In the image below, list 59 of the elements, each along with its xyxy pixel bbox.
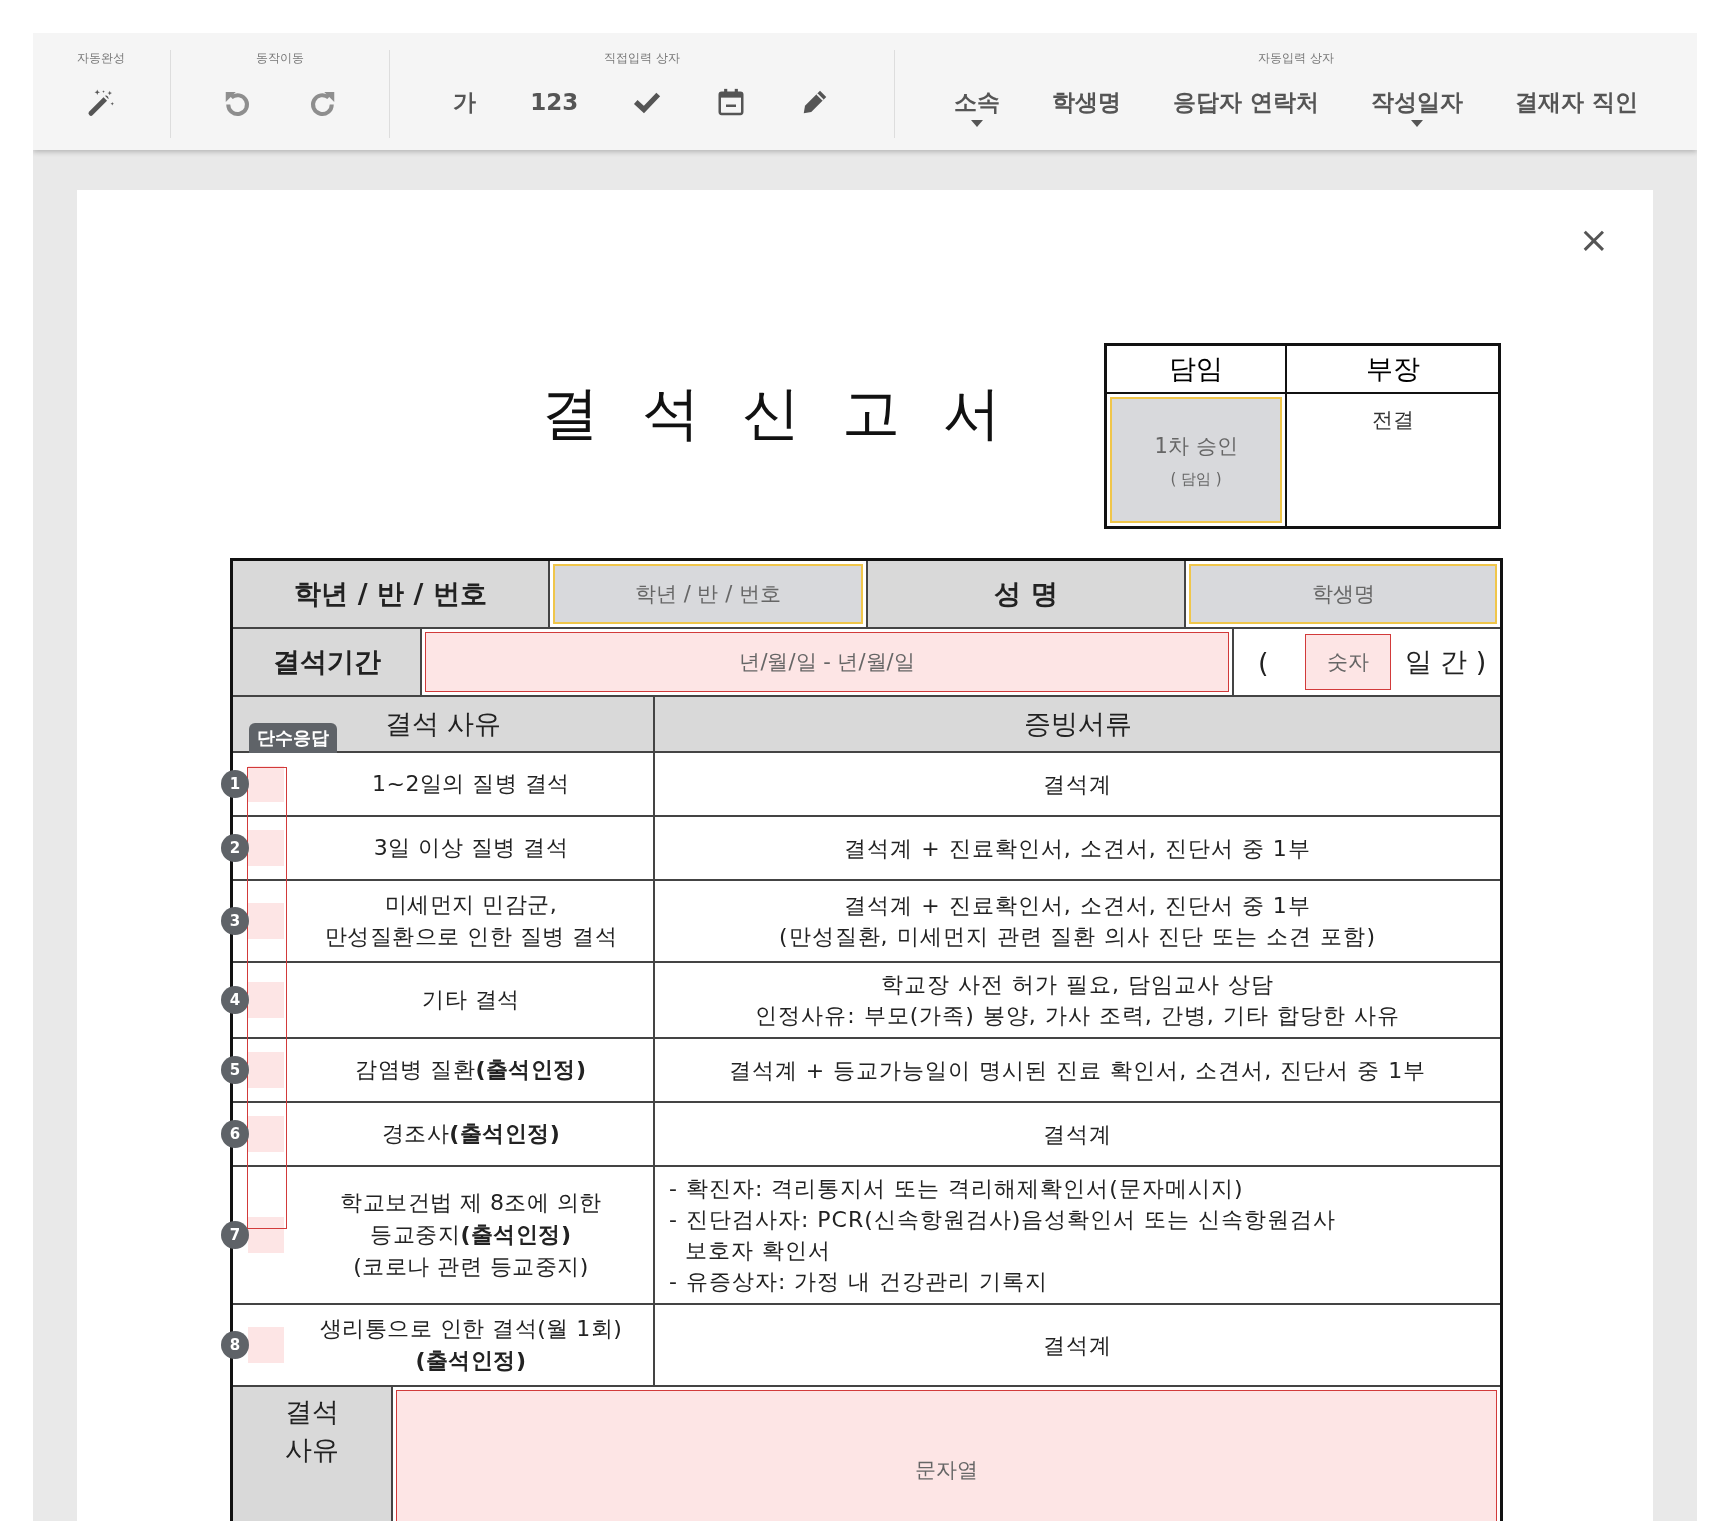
input-field[interactable]: 숫자 — [1304, 634, 1391, 690]
table-header: 결석 사유 — [233, 1387, 393, 1521]
table-cell-text: 결석계 — [1042, 1120, 1113, 1149]
table-cell-text: 결석계 + 등교가능일이 명시된 진료 확인서, 소견서, 진단서 중 1부 — [727, 1056, 1428, 1085]
calendar-icon — [716, 87, 747, 117]
text-tool-button[interactable]: 123 — [530, 87, 579, 129]
table-header: 담임 — [1107, 346, 1287, 394]
group-label: 자동완성 — [77, 50, 126, 67]
signature-field[interactable]: 1차 승인 ( 담임 ) — [1110, 397, 1282, 523]
number-badge: 8 — [221, 1331, 249, 1359]
table-header: 학년 / 반 / 번호 — [233, 561, 550, 627]
table-header: 부장 — [1287, 346, 1498, 394]
reason-text: 경조사(출석인정) — [380, 1120, 562, 1148]
caret-icon — [1410, 120, 1423, 127]
answer-type-badge: 단수응답 — [249, 723, 337, 753]
number-badge: 3 — [221, 907, 249, 935]
table-cell-text: - 확진자: 격리통지서 또는 격리해제확인서(문자메시지) - 진단검사자: PCR(신속항원검사)음성확인서 또는 신속항원검사 보호자 확인서 - 유증상자: 가정 내 건강관리 기록지 — [668, 1175, 1338, 1296]
input-field[interactable]: 학생명 — [1189, 564, 1497, 624]
number-badge: 1 — [221, 770, 249, 798]
table-cell-text: 전결 — [1370, 407, 1415, 434]
days-text: 일 간 ) — [1404, 645, 1487, 679]
table-header: 결석기간 — [233, 629, 422, 695]
group-label: 자동입력 상자 — [1258, 50, 1334, 67]
text-tool-button[interactable]: 소속 — [953, 87, 1000, 129]
table-cell-text: 결석계 — [1042, 770, 1113, 799]
number-badge: 7 — [221, 1221, 249, 1249]
reason-text: 3일 이상 질병 결석 — [372, 834, 570, 862]
option-box[interactable] — [248, 766, 284, 802]
table-cell-text: 결석계 — [1042, 1331, 1113, 1360]
table-header: 성 명 — [868, 561, 1186, 627]
reason-text: 1~2일의 질병 결석 — [371, 770, 571, 798]
text-tool-button[interactable]: 작성일자 — [1370, 87, 1463, 129]
text-tool-button[interactable]: 결재자 직인 — [1514, 87, 1638, 129]
reason-text: 생리통으로 인한 결석(월 1회) (출석인정) — [318, 1315, 624, 1375]
group-label: 동작이동 — [255, 50, 304, 67]
reason-text: 학교보건법 제 8조에 의한 등교중지(출석인정) (코로나 관련 등교중지) — [339, 1189, 603, 1281]
input-field[interactable]: 문자열 — [396, 1390, 1497, 1521]
table-cell-text: 결석계 + 진료확인서, 소견서, 진단서 중 1부 (만성질환, 미세먼지 관련 질환 의사 진단 또는 소견 포함) — [777, 892, 1378, 951]
document-title: 결 석 신 고 서 — [540, 378, 1014, 449]
group-label: 직접입력 상자 — [603, 50, 680, 67]
number-badge: 4 — [221, 986, 249, 1014]
caret-icon — [970, 120, 983, 127]
input-field[interactable]: 년/월/일 - 년/월/일 — [425, 632, 1229, 692]
text-tool-button[interactable]: 학생명 — [1051, 87, 1121, 129]
text-tool-button[interactable]: 가 — [453, 87, 477, 129]
input-field[interactable]: 학년 / 반 / 번호 — [553, 564, 863, 624]
number-badge: 2 — [221, 834, 249, 862]
reason-text: 감염병 질환(출석인정) — [354, 1056, 588, 1084]
table-cell-text: 결석계 + 진료확인서, 소견서, 진단서 중 1부 — [843, 834, 1312, 863]
table-cell-text: 학교장 사전 허가 필요, 담임교사 상담 인정사유: 부모(가족) 봉양, 가사 조력, 간병, 기타 합당한 사유 — [754, 971, 1401, 1030]
paren-text: ( — [1258, 646, 1269, 678]
reason-text: 미세먼지 민감군, 만성질환으로 인한 질병 결석 — [323, 891, 619, 951]
number-badge: 5 — [221, 1056, 249, 1084]
table-header: 증빙서류 — [1022, 707, 1133, 741]
text-tool-button[interactable]: 응답자 연락처 — [1172, 87, 1319, 129]
option-box[interactable] — [248, 1217, 284, 1253]
number-badge: 6 — [221, 1120, 249, 1148]
reason-text: 기타 결석 — [421, 986, 521, 1014]
close-button[interactable]: × — [1574, 220, 1613, 260]
